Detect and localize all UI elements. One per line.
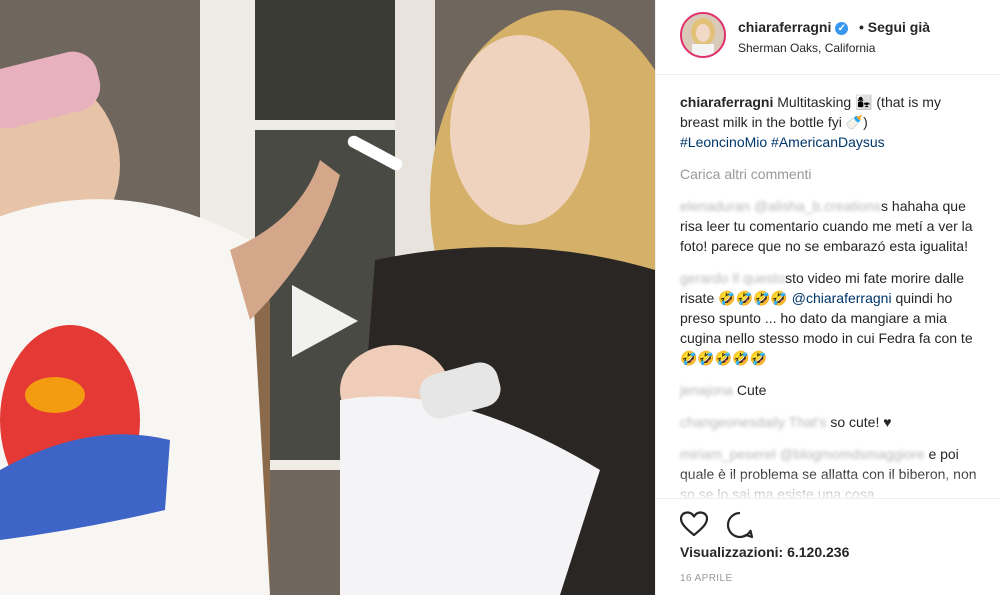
comment-username[interactable]: changeonesdaily: [680, 414, 785, 430]
comment-username[interactable]: jenajona: [680, 382, 733, 398]
comment-list: chiaraferragni Multitasking 👩‍👧 (that is…: [680, 92, 980, 516]
caption-username[interactable]: chiaraferragni: [680, 94, 773, 110]
comment-username[interactable]: miriam_peserel: [680, 446, 776, 462]
location-link[interactable]: Sherman Oaks, California: [738, 41, 875, 55]
avatar[interactable]: [680, 12, 726, 58]
comment-item: elenaduran @alisha_b.creationss hahaha q…: [680, 196, 980, 256]
comment-item: changeonesdaily That's so cute! ♥: [680, 412, 980, 432]
view-count: Visualizzazioni: 6.120.236: [680, 544, 850, 560]
comment-text: Cute: [736, 382, 767, 398]
load-more-comments-button[interactable]: Carica altri commenti: [680, 164, 980, 184]
comment-mention[interactable]: @blogmomdsmaggiore: [780, 446, 925, 462]
verified-badge-icon: ✓: [835, 22, 849, 35]
comment-text: so cute! ♥: [830, 414, 892, 430]
caption-hashtags[interactable]: #LeoncinoMio #AmericanDaysus: [680, 134, 885, 150]
comment-mention[interactable]: @alisha_b.creations: [754, 198, 881, 214]
username-text[interactable]: chiaraferragni: [738, 19, 831, 35]
comment-item: jenajona Cute: [680, 380, 980, 400]
post-date[interactable]: 16 APRILE: [680, 573, 733, 584]
comment-username[interactable]: elenaduran: [680, 198, 750, 214]
username[interactable]: chiaraferragni ✓: [738, 19, 849, 35]
comment-blurred-text: That's: [788, 414, 827, 430]
action-bar: Visualizzazioni: 6.120.236 16 APRILE: [656, 498, 1000, 596]
comment-icon[interactable]: [726, 511, 754, 544]
play-button[interactable]: [292, 285, 358, 357]
caption: chiaraferragni Multitasking 👩‍👧 (that is…: [680, 92, 980, 152]
avatar-image: [682, 14, 724, 56]
post-header: chiaraferragni ✓ • Segui già Sherman Oaks…: [656, 0, 1000, 75]
post-media[interactable]: [0, 0, 655, 595]
comment-list-fade: [656, 470, 1000, 500]
comment-username[interactable]: gerardo: [680, 270, 728, 286]
comment-blurred-text: Il questo: [732, 270, 786, 286]
comment-mention[interactable]: @chiaraferragni: [792, 290, 892, 306]
comment-item: gerardo Il questosto video mi fate morir…: [680, 268, 980, 368]
post-sidebar: chiaraferragni ✓ • Segui già Sherman Oaks…: [655, 0, 1000, 595]
heart-icon[interactable]: [679, 511, 709, 542]
follow-button[interactable]: • Segui già: [859, 19, 930, 35]
